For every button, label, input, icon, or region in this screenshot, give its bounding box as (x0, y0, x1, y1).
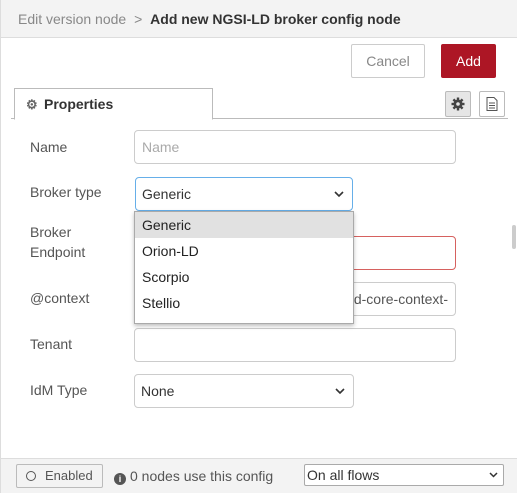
info-icon: i (114, 473, 126, 485)
document-icon (486, 97, 498, 111)
usage-info: i 0 nodes use this config (114, 468, 273, 485)
tab-settings[interactable] (445, 91, 471, 117)
resize-handle[interactable] (512, 225, 516, 249)
tab-description[interactable] (479, 91, 505, 117)
tray-footer: Enabled i 0 nodes use this config On all … (1, 458, 517, 493)
dropdown-option-stellio[interactable]: Stellio (135, 290, 353, 316)
edit-tray: Edit version node > Add new NGSI-LD brok… (0, 0, 517, 493)
broker-type-select[interactable]: Generic (135, 177, 353, 211)
usage-text: 0 nodes use this config (130, 468, 274, 484)
dropdown-option-generic[interactable]: Generic (135, 212, 353, 238)
idm-type-select[interactable]: None (134, 374, 354, 408)
page-title: Add new NGSI-LD broker config node (150, 11, 401, 27)
enabled-toggle[interactable]: Enabled (16, 464, 103, 488)
name-label: Name (30, 139, 68, 155)
chevron-down-icon (489, 472, 498, 478)
broker-endpoint-label-line2: Endpoint (30, 244, 86, 260)
idm-type-label: IdM Type (30, 382, 88, 398)
broker-endpoint-label-line1: Broker (30, 224, 72, 240)
tab-properties-label: Properties (44, 96, 114, 112)
dropdown-option-scorpio[interactable]: Scorpio (135, 264, 353, 290)
dropdown-option-orion-ld[interactable]: Orion-LD (135, 238, 353, 264)
name-input[interactable]: Name (134, 130, 456, 164)
tenant-label: Tenant (30, 336, 73, 352)
cancel-button[interactable]: Cancel (351, 44, 425, 78)
tenant-input[interactable] (134, 328, 456, 362)
add-button[interactable]: Add (441, 44, 496, 78)
gear-icon: ⚙ (26, 97, 38, 112)
enabled-label: Enabled (45, 468, 93, 483)
tab-properties[interactable]: ⚙ Properties (14, 88, 213, 120)
gear-icon (451, 97, 465, 111)
scope-value: On all flows (307, 467, 380, 483)
breadcrumb-parent[interactable]: Edit version node (18, 11, 126, 27)
chevron-down-icon (335, 388, 345, 395)
broker-endpoint-label: Broker Endpoint (30, 222, 85, 262)
idm-type-value: None (141, 383, 175, 399)
context-label: @context (30, 290, 90, 306)
broker-type-label: Broker type (30, 184, 102, 200)
breadcrumb-separator: > (134, 11, 143, 27)
tab-bar: ⚙ Properties (11, 88, 508, 120)
broker-type-value: Generic (142, 186, 192, 202)
circle-icon (26, 471, 36, 481)
scope-select[interactable]: On all flows (304, 464, 504, 486)
tray-header: Edit version node > Add new NGSI-LD brok… (1, 0, 517, 38)
breadcrumb: Edit version node > Add new NGSI-LD brok… (18, 11, 401, 27)
chevron-down-icon (334, 191, 344, 198)
broker-type-dropdown: Generic Orion-LD Scorpio Stellio (134, 211, 354, 324)
